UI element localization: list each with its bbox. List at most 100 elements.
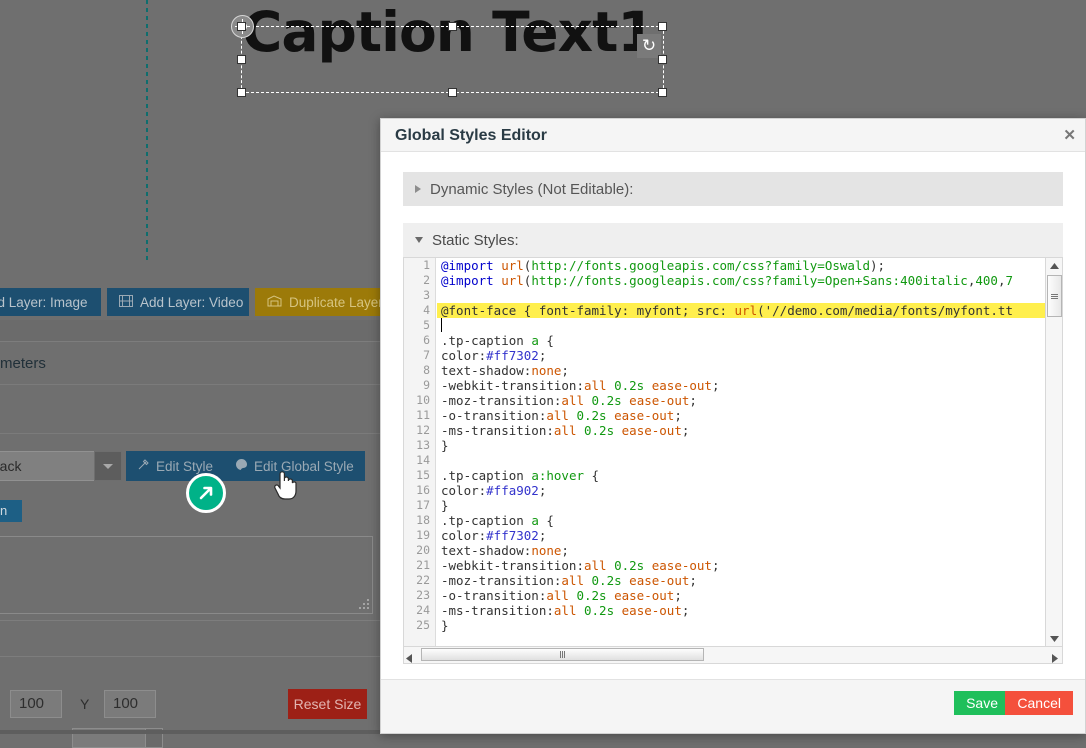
cancel-button[interactable]: Cancel xyxy=(1005,691,1073,715)
line-number: 17 xyxy=(416,498,430,512)
code-line[interactable]: @font-face { font-family: myfont; src: u… xyxy=(437,303,1045,318)
code-line[interactable]: -moz-transition:all 0.2s ease-out; xyxy=(437,393,1045,408)
caption-layer[interactable]: Caption Text1 ↻ xyxy=(231,0,667,97)
resize-grip-icon[interactable] xyxy=(358,599,370,611)
resize-handle-n[interactable] xyxy=(448,22,457,31)
dynamic-styles-label: Dynamic Styles (Not Editable): xyxy=(430,180,634,198)
code-line[interactable]: .tp-caption a:hover { xyxy=(437,468,1045,483)
code-token: 0.2s xyxy=(591,393,622,408)
resize-handle-sw[interactable] xyxy=(237,88,246,97)
code-line[interactable] xyxy=(437,453,1045,468)
code-line[interactable]: -moz-transition:all 0.2s ease-out; xyxy=(437,573,1045,588)
code-line[interactable] xyxy=(437,288,1045,303)
code-line[interactable]: } xyxy=(437,618,1045,633)
code-line[interactable]: color:#ff7302; xyxy=(437,528,1045,543)
global-styles-editor-modal: Global Styles Editor ✕ Dynamic Styles (N… xyxy=(380,118,1086,734)
resize-handle-e[interactable] xyxy=(658,55,667,64)
style-select[interactable]: _black xyxy=(0,451,97,481)
line-number: 7 xyxy=(423,348,430,362)
code-line[interactable]: text-shadow:none; xyxy=(437,543,1045,558)
add-layer-video-button[interactable]: Add Layer: Video xyxy=(107,288,249,316)
code-line[interactable]: -o-transition:all 0.2s ease-out; xyxy=(437,588,1045,603)
static-styles-section-header[interactable]: Static Styles: xyxy=(403,223,1063,257)
code-token: 400italic xyxy=(900,273,968,288)
reset-size-button[interactable]: Reset Size xyxy=(288,689,367,719)
pointer-highlight-badge xyxy=(186,473,226,513)
save-button[interactable]: Save xyxy=(954,691,1010,715)
code-viewport[interactable]: 1 2 3 4 5 6 7 8 9 10 11 12 13 14 15 16 17 18 19 20 21 22 23 24 2… xyxy=(404,258,1045,646)
code-line[interactable]: color:#ffa902; xyxy=(437,483,1045,498)
style-select-value: _black xyxy=(0,458,22,474)
code-line[interactable]: -o-transition:all 0.2s ease-out; xyxy=(437,408,1045,423)
layer-toolbar: dd Layer: Image Add Layer: Video Duplica… xyxy=(0,288,390,320)
horizontal-scroll-thumb[interactable] xyxy=(421,648,704,661)
code-line[interactable] xyxy=(437,318,1045,333)
resize-handle-nw[interactable] xyxy=(237,22,246,31)
code-token: ease-out xyxy=(621,423,682,438)
code-line[interactable]: @import url(http://fonts.googleapis.com/… xyxy=(437,273,1045,288)
code-token: 400 xyxy=(975,273,998,288)
duplicate-layer-button[interactable]: Duplicate Layer xyxy=(255,288,390,316)
vertical-scrollbar[interactable] xyxy=(1045,258,1062,646)
code-line[interactable]: } xyxy=(437,438,1045,453)
code-token: ease-out xyxy=(629,393,690,408)
line-number-gutter: 1 2 3 4 5 6 7 8 9 10 11 12 13 14 15 16 17 18 19 20 21 22 23 24 2… xyxy=(404,258,436,646)
code-line[interactable]: -ms-transition:all 0.2s ease-out; xyxy=(437,603,1045,618)
code-token: #ff7302 xyxy=(486,528,539,543)
code-token: ; xyxy=(689,573,697,588)
code-token: @import xyxy=(441,258,502,273)
small-action-button[interactable]: on xyxy=(0,500,22,522)
code-token: color: xyxy=(441,483,487,498)
code-token: .tp-caption xyxy=(441,468,532,483)
resize-handle-ne[interactable] xyxy=(658,22,667,31)
resize-handle-w[interactable] xyxy=(237,55,246,64)
line-number: 21 xyxy=(416,558,430,572)
position-y-input[interactable]: 100 xyxy=(104,690,156,718)
resize-handle-se[interactable] xyxy=(658,88,667,97)
static-styles-section: Static Styles: 1 2 3 4 5 6 7 8 9 10 11 12 13 14 15 16 17… xyxy=(403,223,1063,664)
chevron-down-icon[interactable] xyxy=(94,451,122,481)
resize-handle-s[interactable] xyxy=(448,88,457,97)
scroll-up-arrow-icon[interactable] xyxy=(1046,258,1063,273)
code-line[interactable]: text-shadow:none; xyxy=(437,363,1045,378)
vertical-scroll-thumb[interactable] xyxy=(1047,275,1062,317)
code-line[interactable]: -ms-transition:all 0.2s ease-out; xyxy=(437,423,1045,438)
code-editor[interactable]: 1 2 3 4 5 6 7 8 9 10 11 12 13 14 15 16 17 18 19 20 21 22 23 24 2… xyxy=(403,257,1063,647)
vertical-guideline xyxy=(146,0,148,262)
scroll-right-arrow-icon[interactable] xyxy=(1052,650,1058,668)
position-x-input[interactable]: 100 xyxy=(10,690,62,718)
code-token: ease-out xyxy=(614,408,675,423)
scroll-left-arrow-icon[interactable] xyxy=(406,650,412,668)
style-textarea[interactable] xyxy=(0,536,373,614)
dynamic-styles-section-header[interactable]: Dynamic Styles (Not Editable): xyxy=(403,172,1063,206)
code-token: .tp-caption xyxy=(441,513,532,528)
code-line[interactable]: @import url(http://fonts.googleapis.com/… xyxy=(437,258,1045,273)
code-token: -webkit-transition: xyxy=(441,378,584,393)
horizontal-scrollbar[interactable] xyxy=(403,647,1063,664)
code-token: 7 xyxy=(1005,273,1013,288)
code-token: a xyxy=(531,333,539,348)
position-y-label: Y xyxy=(80,696,90,712)
add-layer-image-button[interactable]: dd Layer: Image xyxy=(0,288,101,316)
wand-icon xyxy=(137,458,150,474)
code-token: @font-face xyxy=(441,303,517,318)
close-icon[interactable]: ✕ xyxy=(1063,119,1076,152)
code-token: ; xyxy=(674,588,682,603)
code-token: 0.2s xyxy=(591,573,622,588)
code-line[interactable]: .tp-caption a { xyxy=(437,333,1045,348)
code-content[interactable]: @import url(http://fonts.googleapis.com/… xyxy=(437,258,1045,646)
code-line[interactable]: } xyxy=(437,498,1045,513)
code-line[interactable]: color:#ff7302; xyxy=(437,348,1045,363)
code-token: Oswald xyxy=(824,258,870,273)
code-token: none xyxy=(531,363,562,378)
code-token: url xyxy=(501,273,524,288)
code-line[interactable]: -webkit-transition:all 0.2s ease-out; xyxy=(437,558,1045,573)
code-token: { xyxy=(538,333,554,348)
code-token: text-shadow: xyxy=(441,543,532,558)
code-line[interactable]: -webkit-transition:all 0.2s ease-out; xyxy=(437,378,1045,393)
scroll-down-arrow-icon[interactable] xyxy=(1046,631,1063,646)
code-line[interactable]: .tp-caption a { xyxy=(437,513,1045,528)
